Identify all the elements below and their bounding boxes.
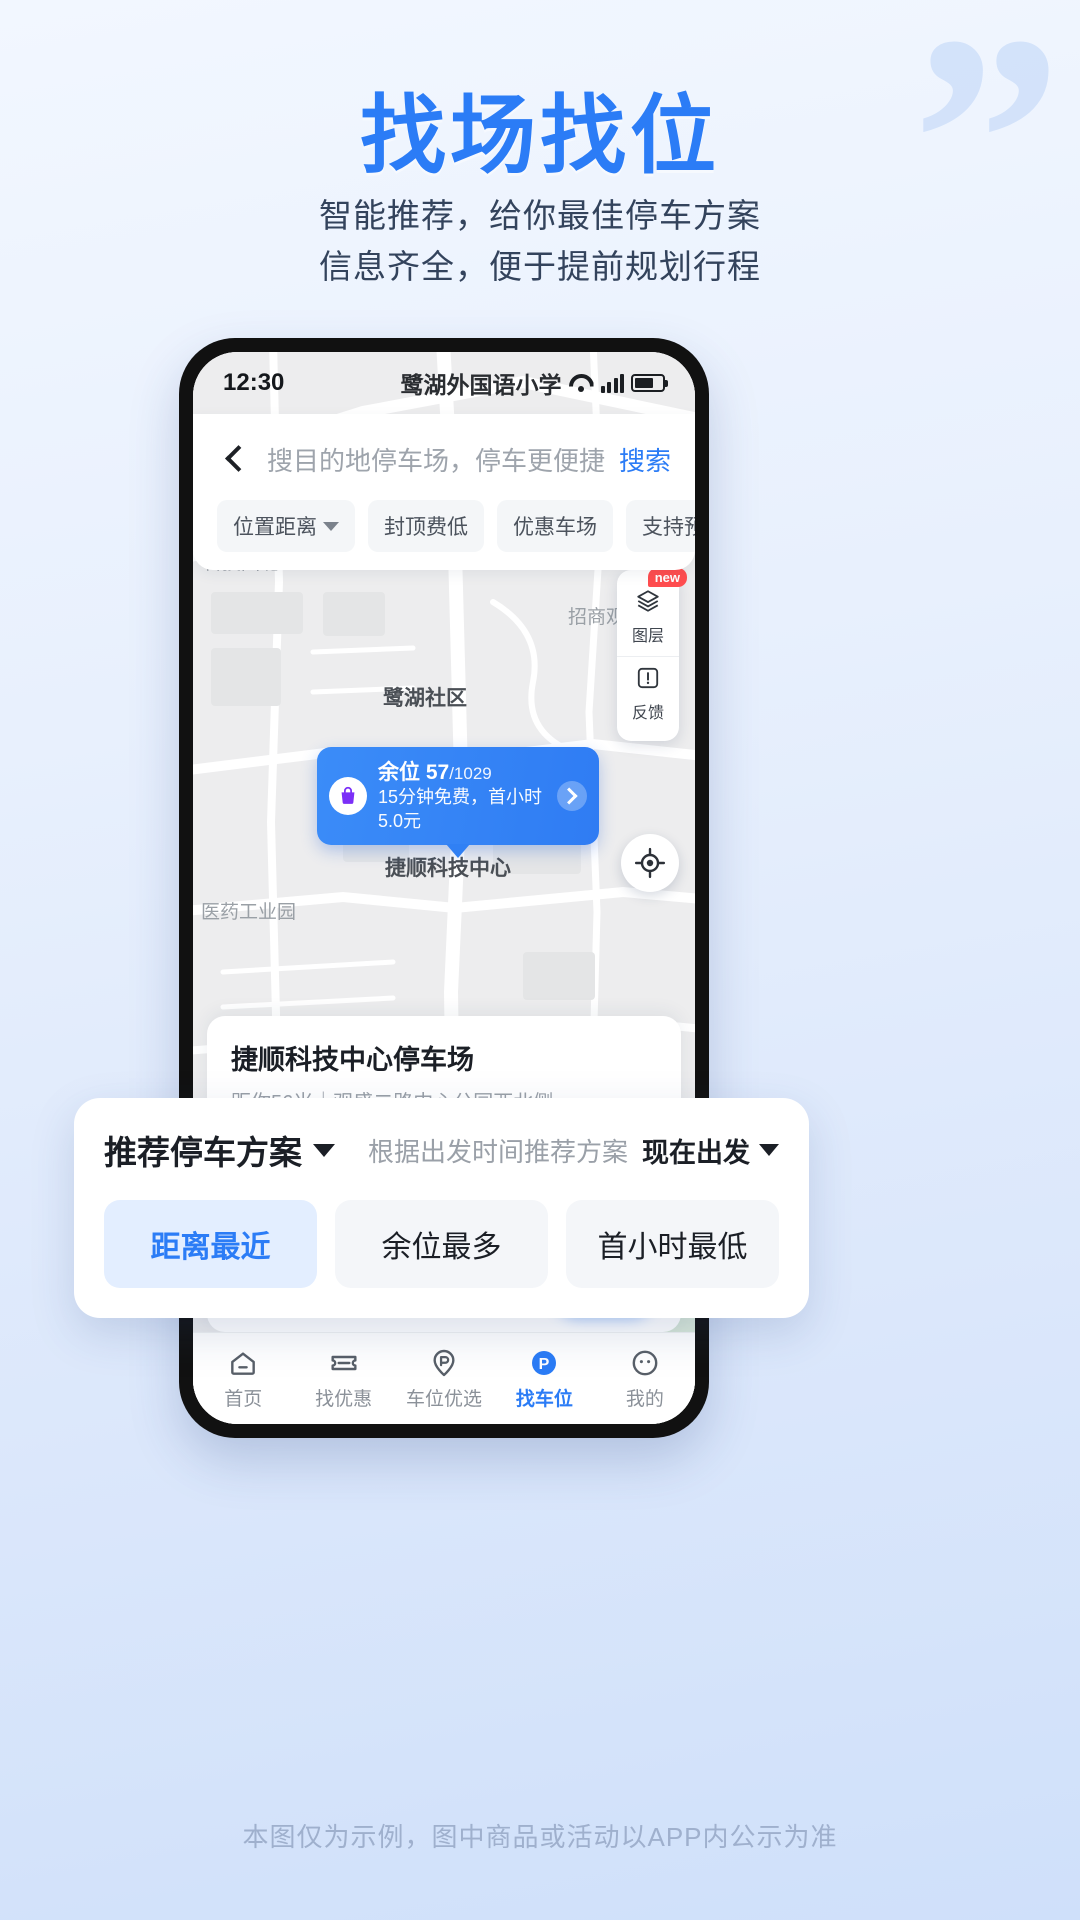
callout-text: 余位 57/1029 15分钟免费，首小时5.0元: [378, 759, 546, 833]
svg-text:P: P: [539, 1356, 550, 1373]
map-tool-label: 反馈: [631, 705, 664, 722]
callout-avail-value: 57: [425, 761, 450, 784]
caret-down-icon: [323, 521, 339, 531]
battery-icon: [631, 374, 668, 392]
new-badge: new: [647, 568, 687, 587]
feedback-icon: [637, 667, 659, 689]
plan-option-nearest[interactable]: 距离最近: [104, 1200, 317, 1288]
back-chevron-icon[interactable]: [217, 442, 251, 476]
page-subtitle: 智能推荐，给你最佳停车方案 信息齐全，便于提前规划行程: [0, 190, 1080, 292]
filter-chip-location-distance[interactable]: 位置距离: [217, 500, 355, 552]
callout-avail-prefix: 余位: [378, 761, 420, 784]
chip-label: 支持预约: [642, 516, 695, 539]
plan-card-hint: 根据出发时间推荐方案: [367, 1136, 628, 1167]
parking-name: 捷顺科技中心停车场: [231, 1045, 474, 1075]
subtitle-line-1: 智能推荐，给你最佳停车方案: [319, 197, 761, 234]
locate-crosshair-icon: [634, 847, 666, 879]
tab-label: 找优惠: [315, 1388, 373, 1410]
search-button[interactable]: 搜索: [619, 441, 671, 478]
departure-time-label: 现在出发: [642, 1137, 750, 1168]
status-time: 12:30: [223, 369, 285, 396]
parking-p-icon: P: [532, 1350, 557, 1375]
chip-label: 封顶费低: [384, 516, 468, 539]
coupon-bag-icon: [329, 777, 367, 816]
search-panel: 搜目的地停车场，停车更便捷 搜索 位置距离 封顶费低 优惠车场 支持预约: [193, 414, 695, 570]
search-input[interactable]: 搜目的地停车场，停车更便捷: [267, 441, 619, 478]
pin-p-icon: [433, 1349, 455, 1376]
tab-home[interactable]: 首页: [193, 1333, 293, 1424]
caret-down-icon: [759, 1144, 779, 1156]
tab-profile[interactable]: 我的: [595, 1333, 695, 1424]
callout-availability: 余位 57/1029: [378, 759, 546, 786]
map-label: 鹭湖社区: [383, 687, 467, 710]
recommended-plan-card: 推荐停车方案 根据出发时间推荐方案 现在出发 距离最近 余位最多 首小时最低: [74, 1098, 809, 1318]
chip-label: 优惠车场: [513, 516, 597, 539]
map-tools-panel: new 图层 反馈: [617, 568, 687, 741]
callout-avail-total: /1029: [449, 764, 492, 783]
plan-option-row: 距离最近 余位最多 首小时最低: [104, 1200, 779, 1288]
wifi-icon: [569, 374, 594, 393]
tab-find-parking[interactable]: P 找车位: [494, 1333, 594, 1424]
chevron-right-icon[interactable]: [557, 781, 587, 812]
filter-chip-discount-lot[interactable]: 优惠车场: [497, 500, 613, 552]
map-tool-label: 图层: [631, 628, 664, 645]
ticket-icon: [331, 1355, 357, 1370]
plan-card-title-label: 推荐停车方案: [104, 1134, 302, 1171]
status-bar: 12:30 鹭湖外国语小学: [193, 352, 695, 414]
filter-chip-row: 位置距离 封顶费低 优惠车场 支持预约: [193, 490, 695, 552]
map-tool-layers[interactable]: new 图层: [617, 568, 687, 656]
caret-down-icon: [313, 1143, 335, 1157]
plan-card-title[interactable]: 推荐停车方案: [104, 1126, 335, 1174]
map-marker-callout[interactable]: 余位 57/1029 15分钟免费，首小时5.0元: [317, 747, 599, 859]
locate-button[interactable]: [621, 834, 679, 892]
tab-label: 我的: [625, 1388, 664, 1410]
home-icon: [231, 1351, 256, 1375]
tab-label: 首页: [224, 1388, 263, 1410]
layers-icon: [637, 590, 659, 612]
filter-chip-reservable[interactable]: 支持预约: [626, 500, 695, 552]
tab-deals[interactable]: 找优惠: [293, 1333, 393, 1424]
chip-label: 位置距离: [233, 516, 317, 539]
map-label: 医药工业园: [201, 902, 297, 923]
callout-fee: 15分钟免费，首小时5.0元: [378, 787, 543, 831]
subtitle-line-2: 信息齐全，便于提前规划行程: [319, 248, 761, 286]
page-title: 找场找位: [360, 88, 720, 184]
status-carrier: 鹭湖外国语小学: [400, 372, 562, 398]
tab-label: 车位优选: [406, 1388, 483, 1410]
bottom-tab-bar: 首页 找优惠 车位优选 P 找车位 我的: [193, 1332, 695, 1424]
plan-option-lowest-first-hour[interactable]: 首小时最低: [566, 1200, 779, 1288]
plan-option-most-spots[interactable]: 余位最多: [335, 1200, 548, 1288]
filter-chip-low-cap-fee[interactable]: 封顶费低: [368, 500, 484, 552]
search-row: 搜目的地停车场，停车更便捷 搜索: [193, 428, 695, 490]
departure-time-selector[interactable]: 现在出发: [642, 1131, 779, 1170]
signal-bars-icon: [600, 373, 624, 393]
status-indicators: 鹭湖外国语小学: [400, 366, 668, 400]
disclaimer-note: 本图仅为示例，图中商品或活动以APP内公示为准: [242, 1822, 838, 1852]
plan-card-header: 推荐停车方案 根据出发时间推荐方案 现在出发: [104, 1126, 779, 1174]
tab-preferred-spots[interactable]: 车位优选: [394, 1333, 494, 1424]
profile-icon: [632, 1350, 658, 1375]
tab-label: 找车位: [515, 1388, 573, 1410]
map-tool-feedback[interactable]: 反馈: [617, 656, 679, 733]
